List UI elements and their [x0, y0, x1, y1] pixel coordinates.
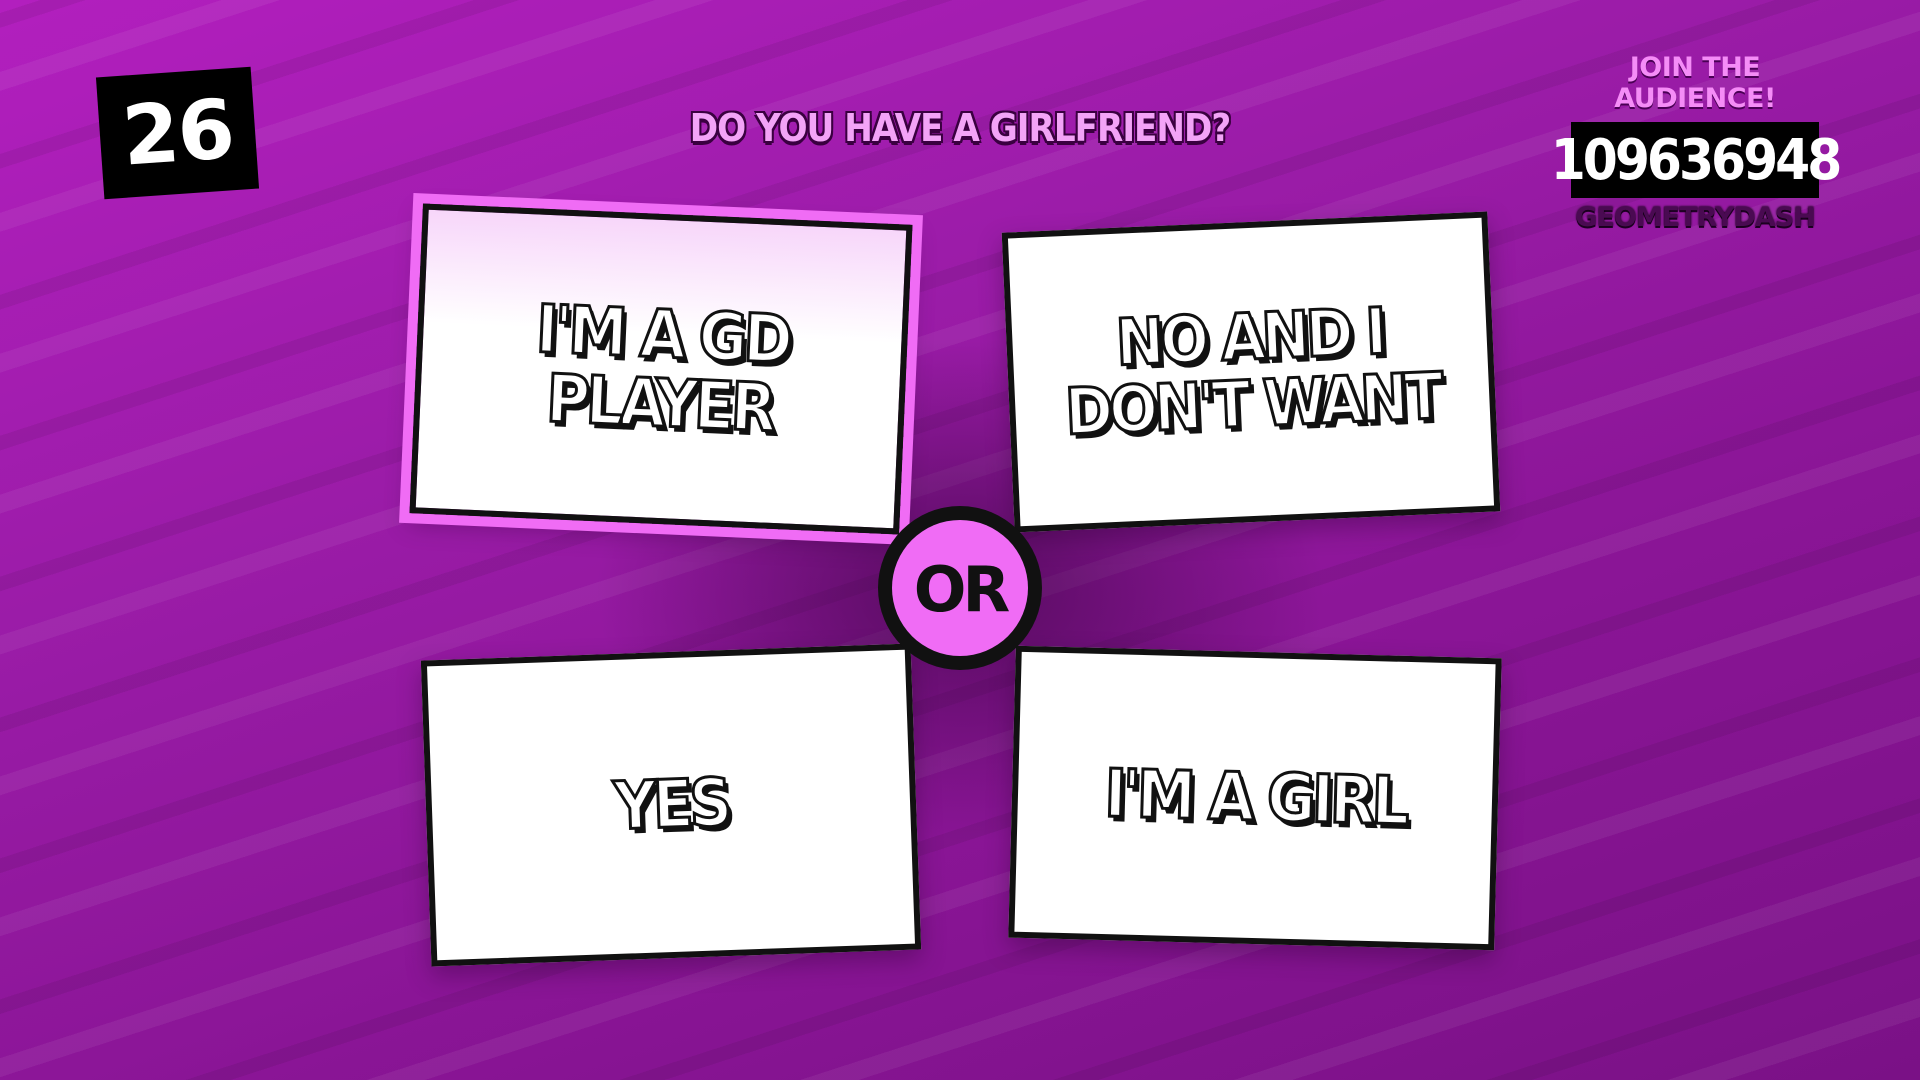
- audience-code-box: 109636948: [1551, 122, 1842, 198]
- or-badge: OR: [878, 506, 1042, 670]
- answer-card-3[interactable]: YES: [420, 643, 922, 967]
- answer-label: NO AND I DON'T WANT: [1062, 294, 1442, 452]
- answer-label: I'M A GIRL: [1102, 754, 1408, 842]
- answer-label: YES: [611, 763, 731, 847]
- answer-card-4[interactable]: I'M A GIRL: [1008, 645, 1502, 951]
- or-label: OR: [913, 552, 1010, 626]
- room-name: GEOMETRYDASH: [1575, 202, 1816, 233]
- countdown-timer: 26: [95, 66, 260, 200]
- answer-label: I'M A GD PLAYER: [533, 289, 792, 449]
- timer-value: 26: [119, 81, 236, 185]
- game-screen: 26 DO YOU HAVE A GIRLFRIEND? JOIN THE AU…: [0, 0, 1920, 1080]
- join-audience-label: JOIN THE AUDIENCE!: [1614, 52, 1776, 114]
- answer-card-2[interactable]: NO AND I DON'T WANT: [1001, 211, 1501, 533]
- audience-panel: JOIN THE AUDIENCE! 109636948 GEOMETRYDAS…: [1551, 52, 1842, 233]
- audience-code: 109636948: [1550, 127, 1842, 193]
- question-prompt: DO YOU HAVE A GIRLFRIEND?: [689, 106, 1231, 150]
- or-badge-inner: OR: [892, 520, 1028, 656]
- answer-card-1[interactable]: I'M A GD PLAYER: [409, 203, 913, 535]
